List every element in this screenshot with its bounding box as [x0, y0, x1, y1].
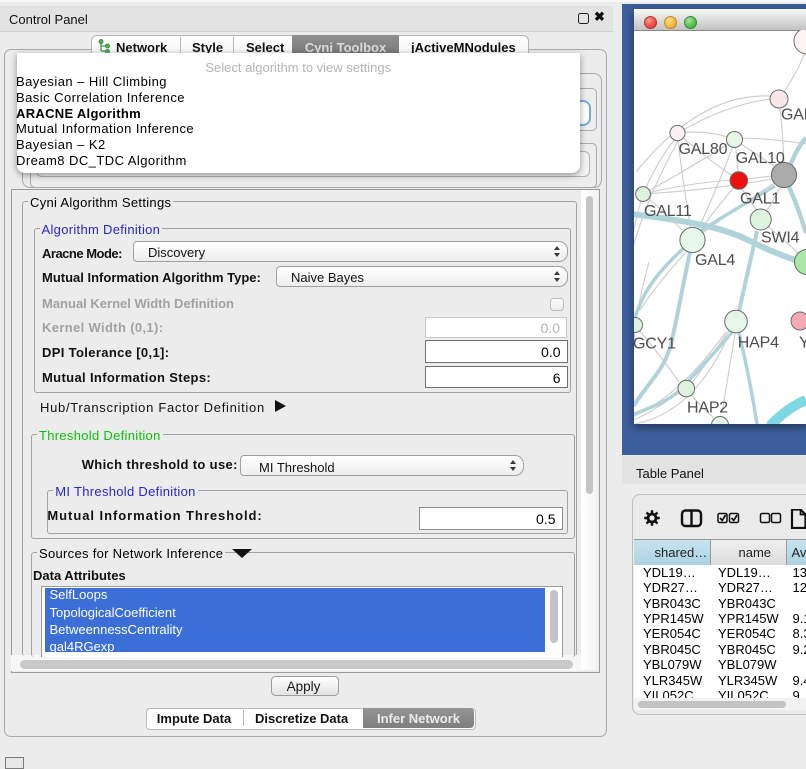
svg-text:Y: Y [799, 335, 806, 352]
svg-text:GAL7: GAL7 [781, 107, 806, 124]
svg-text:GAL80: GAL80 [679, 141, 728, 158]
svg-text:GAL10: GAL10 [736, 150, 785, 167]
svg-text:GAL11: GAL11 [644, 203, 692, 220]
svg-text:SWI4: SWI4 [761, 230, 800, 247]
svg-text:GAL1: GAL1 [740, 191, 780, 208]
svg-text:GCY1: GCY1 [634, 336, 676, 353]
svg-text:HAP2: HAP2 [687, 400, 728, 417]
svg-text:HAP4: HAP4 [738, 335, 779, 352]
svg-text:GAL4: GAL4 [695, 252, 735, 269]
